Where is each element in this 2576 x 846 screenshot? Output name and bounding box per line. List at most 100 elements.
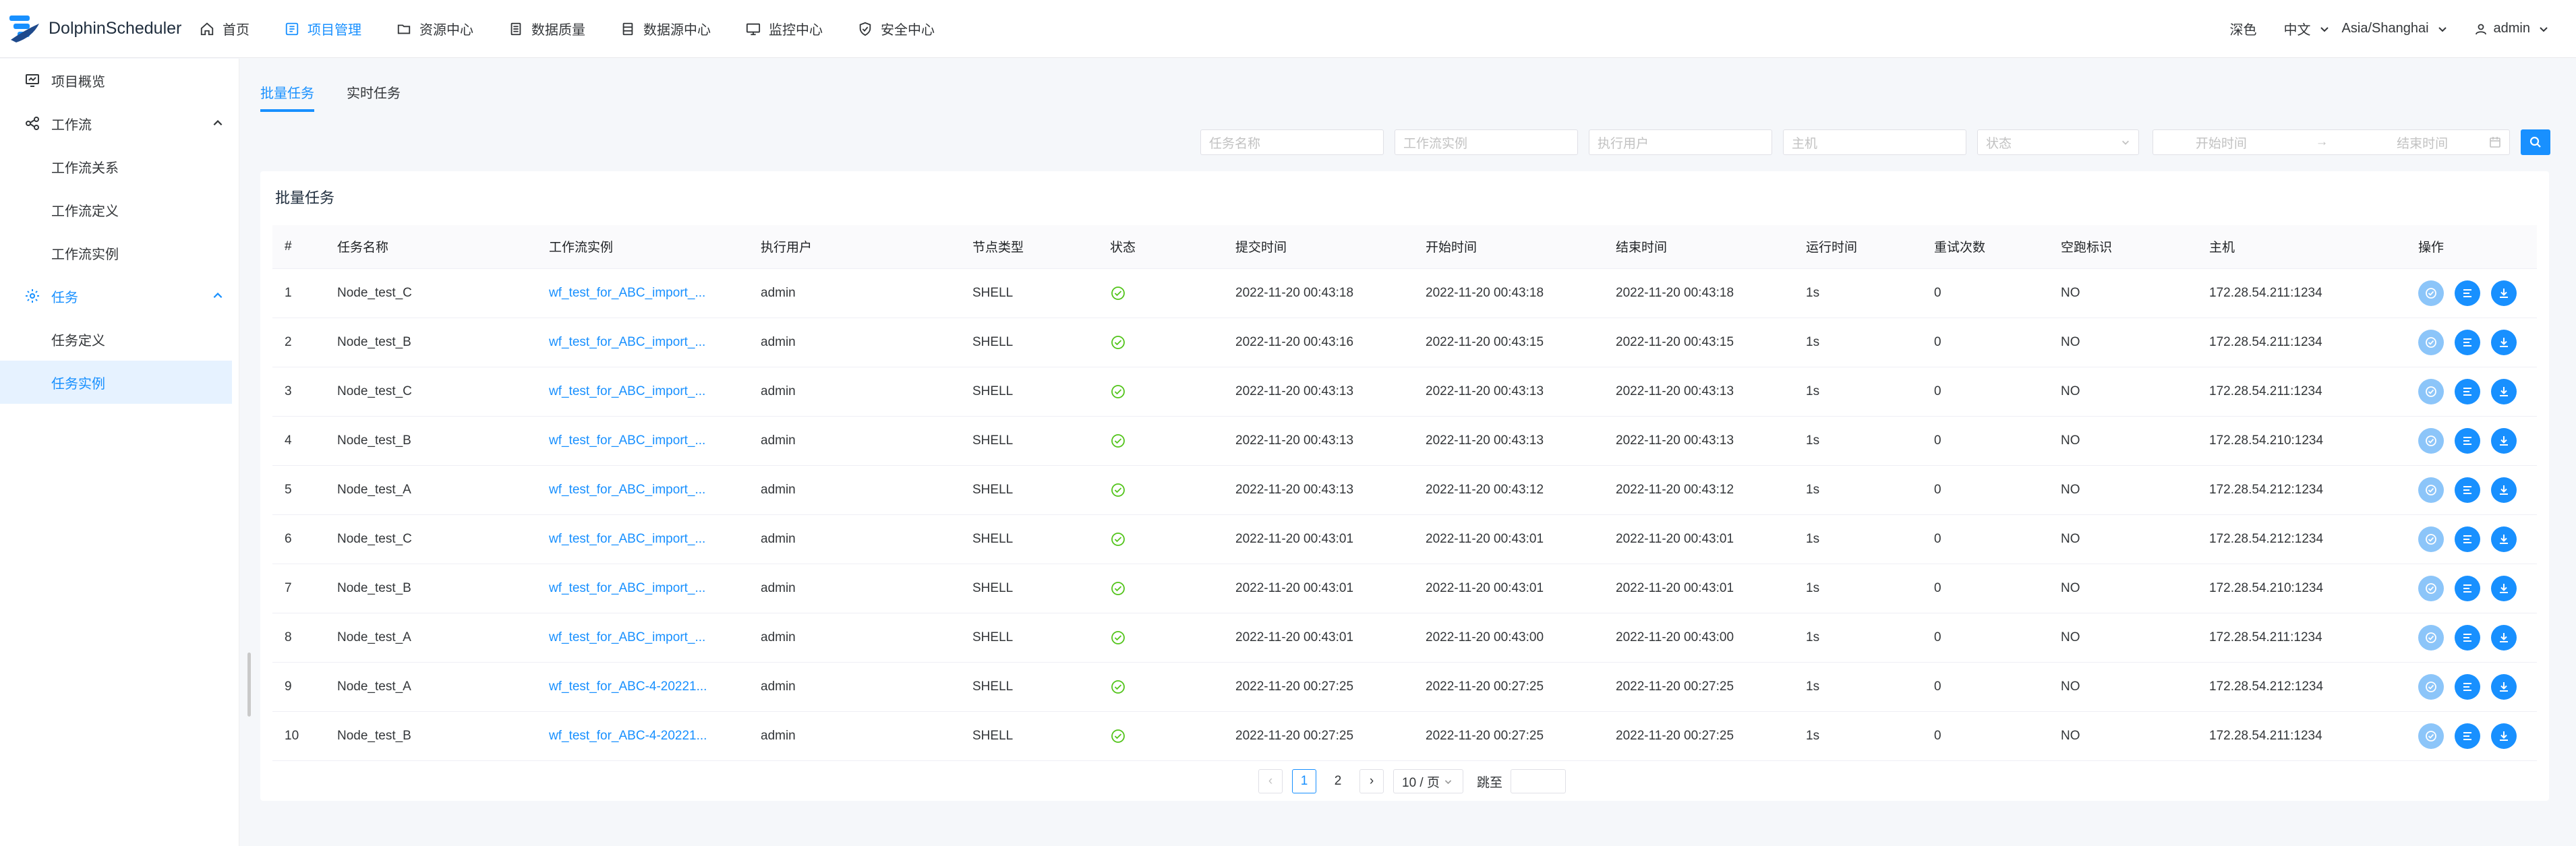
cell-index: 8 [272, 613, 325, 663]
page-2-button[interactable]: 2 [1326, 769, 1350, 793]
nav-security[interactable]: 安全中心 [840, 0, 952, 58]
cell-state [1098, 564, 1223, 613]
force-success-button[interactable] [2418, 723, 2444, 749]
sidebar-item-workflow-relation[interactable]: 工作流关系 [0, 145, 239, 188]
table-row: 5 Node_test_A wf_test_for_ABC_import_... ad… [272, 465, 2537, 515]
download-log-button[interactable] [2491, 673, 2517, 700]
language-select[interactable]: 中文 [2284, 19, 2330, 38]
cell-workflow-instance[interactable]: wf_test_for_ABC_import_... [537, 465, 749, 515]
force-success-button[interactable] [2418, 378, 2444, 404]
sidebar-group-workflow[interactable]: 工作流 [0, 102, 239, 145]
page-1-button[interactable]: 1 [1292, 769, 1316, 793]
cell-host: 172.28.54.212:1234 [2197, 465, 2406, 515]
cell-workflow-instance[interactable]: wf_test_for_ABC-4-20221... [537, 662, 749, 712]
view-log-button[interactable] [2455, 526, 2480, 552]
force-success-button[interactable] [2418, 477, 2444, 503]
view-log-button[interactable] [2455, 477, 2480, 503]
download-log-button[interactable] [2491, 477, 2517, 503]
view-log-button[interactable] [2455, 427, 2480, 454]
cell-task-name: Node_test_B [325, 564, 537, 613]
jump-page-input[interactable] [1511, 769, 1567, 793]
cell-operation [2406, 564, 2537, 613]
tab-batch-task[interactable]: 批量任务 [260, 71, 314, 112]
cell-retry-times: 0 [1922, 268, 2049, 318]
download-log-button[interactable] [2491, 624, 2517, 651]
force-success-button[interactable] [2418, 673, 2444, 700]
tab-stream-task[interactable]: 实时任务 [347, 71, 401, 112]
user-menu[interactable]: admin [2475, 21, 2549, 36]
sidebar-item-overview[interactable]: 项目概览 [0, 59, 239, 102]
force-success-button[interactable] [2418, 624, 2444, 651]
success-check-icon [1110, 334, 1223, 351]
cell-workflow-instance[interactable]: wf_test_for_ABC-4-20221... [537, 711, 749, 761]
workflow-instance-input[interactable]: 工作流实例 [1395, 129, 1578, 155]
cell-operation [2406, 268, 2537, 318]
download-log-button[interactable] [2491, 378, 2517, 404]
cell-dry-run: NO [2049, 318, 2197, 367]
cell-workflow-instance[interactable]: wf_test_for_ABC_import_... [537, 318, 749, 367]
timezone-label: Asia/Shanghai [2341, 21, 2429, 36]
state-select[interactable]: 状态 [1977, 129, 2139, 155]
view-log-button[interactable] [2455, 723, 2480, 749]
view-log-button[interactable] [2455, 624, 2480, 651]
download-log-icon [2500, 534, 2508, 544]
view-log-button[interactable] [2455, 378, 2480, 404]
timezone-select[interactable]: Asia/Shanghai [2342, 21, 2448, 36]
download-log-button[interactable] [2491, 575, 2517, 601]
cell-start-time: 2022-11-20 00:43:12 [1413, 465, 1604, 515]
cell-dry-run: NO [2049, 514, 2197, 564]
host-input[interactable]: 主机 [1783, 129, 1966, 155]
cell-index: 6 [272, 514, 325, 564]
executor-input[interactable]: 执行用户 [1589, 129, 1772, 155]
date-range-picker[interactable]: 开始时间 → 结束时间 [2153, 129, 2510, 155]
nav-home[interactable]: 首页 [182, 0, 267, 58]
sidebar-item-workflow-definition[interactable]: 工作流定义 [0, 188, 239, 231]
nav-resource[interactable]: 资源中心 [379, 0, 491, 58]
sidebar-item-task-definition[interactable]: 任务定义 [0, 318, 239, 361]
search-button[interactable] [2521, 129, 2550, 155]
download-log-button[interactable] [2491, 280, 2517, 306]
force-success-button[interactable] [2418, 427, 2444, 454]
sidebar-item-task-instance[interactable]: 任务实例 [0, 361, 232, 404]
theme-toggle[interactable]: 深色 [2230, 19, 2257, 38]
task-name-input[interactable]: 任务名称 [1200, 129, 1384, 155]
cell-operation [2406, 662, 2537, 712]
nav-data-quality[interactable]: 数据质量 [491, 0, 603, 58]
cell-workflow-instance[interactable]: wf_test_for_ABC_import_... [537, 416, 749, 466]
page-size-select[interactable]: 10 / 页 [1393, 769, 1463, 793]
view-log-button[interactable] [2455, 673, 2480, 700]
view-log-button[interactable] [2455, 329, 2480, 355]
cell-workflow-instance[interactable]: wf_test_for_ABC_import_... [537, 564, 749, 613]
download-log-button[interactable] [2491, 526, 2517, 552]
force-success-button[interactable] [2418, 329, 2444, 355]
download-log-button[interactable] [2491, 723, 2517, 749]
cell-index: 4 [272, 416, 325, 466]
force-success-icon [2426, 681, 2436, 692]
next-page-button[interactable]: › [1359, 769, 1384, 793]
view-log-button[interactable] [2455, 280, 2480, 306]
cell-workflow-instance[interactable]: wf_test_for_ABC_import_... [537, 514, 749, 564]
cell-start-time: 2022-11-20 00:43:01 [1413, 514, 1604, 564]
prev-page-button[interactable]: ‹ [1258, 769, 1283, 793]
download-log-button[interactable] [2491, 329, 2517, 355]
cell-workflow-instance[interactable]: wf_test_for_ABC_import_... [537, 268, 749, 318]
force-success-button[interactable] [2418, 280, 2444, 306]
sidebar-item-workflow-instance[interactable]: 工作流实例 [0, 231, 239, 274]
cell-operation [2406, 367, 2537, 417]
cell-submit-time: 2022-11-20 00:43:16 [1223, 318, 1413, 367]
cell-workflow-instance[interactable]: wf_test_for_ABC_import_... [537, 613, 749, 663]
view-log-icon [2463, 436, 2471, 445]
force-success-button[interactable] [2418, 575, 2444, 601]
nav-monitor[interactable]: 监控中心 [728, 0, 840, 58]
download-log-button[interactable] [2491, 427, 2517, 454]
sidebar-item-workflow-definition-label: 工作流定义 [51, 204, 119, 219]
view-log-button[interactable] [2455, 575, 2480, 601]
success-check-icon [1110, 531, 1223, 547]
nav-datasource[interactable]: 数据源中心 [603, 0, 728, 58]
nav-project[interactable]: 项目管理 [267, 0, 379, 58]
sidebar-scrollbar[interactable] [247, 653, 251, 717]
force-success-button[interactable] [2418, 526, 2444, 552]
cell-workflow-instance[interactable]: wf_test_for_ABC_import_... [537, 367, 749, 417]
sidebar-group-task[interactable]: 任务 [0, 274, 239, 318]
app-logo[interactable]: DolphinScheduler [0, 10, 182, 48]
